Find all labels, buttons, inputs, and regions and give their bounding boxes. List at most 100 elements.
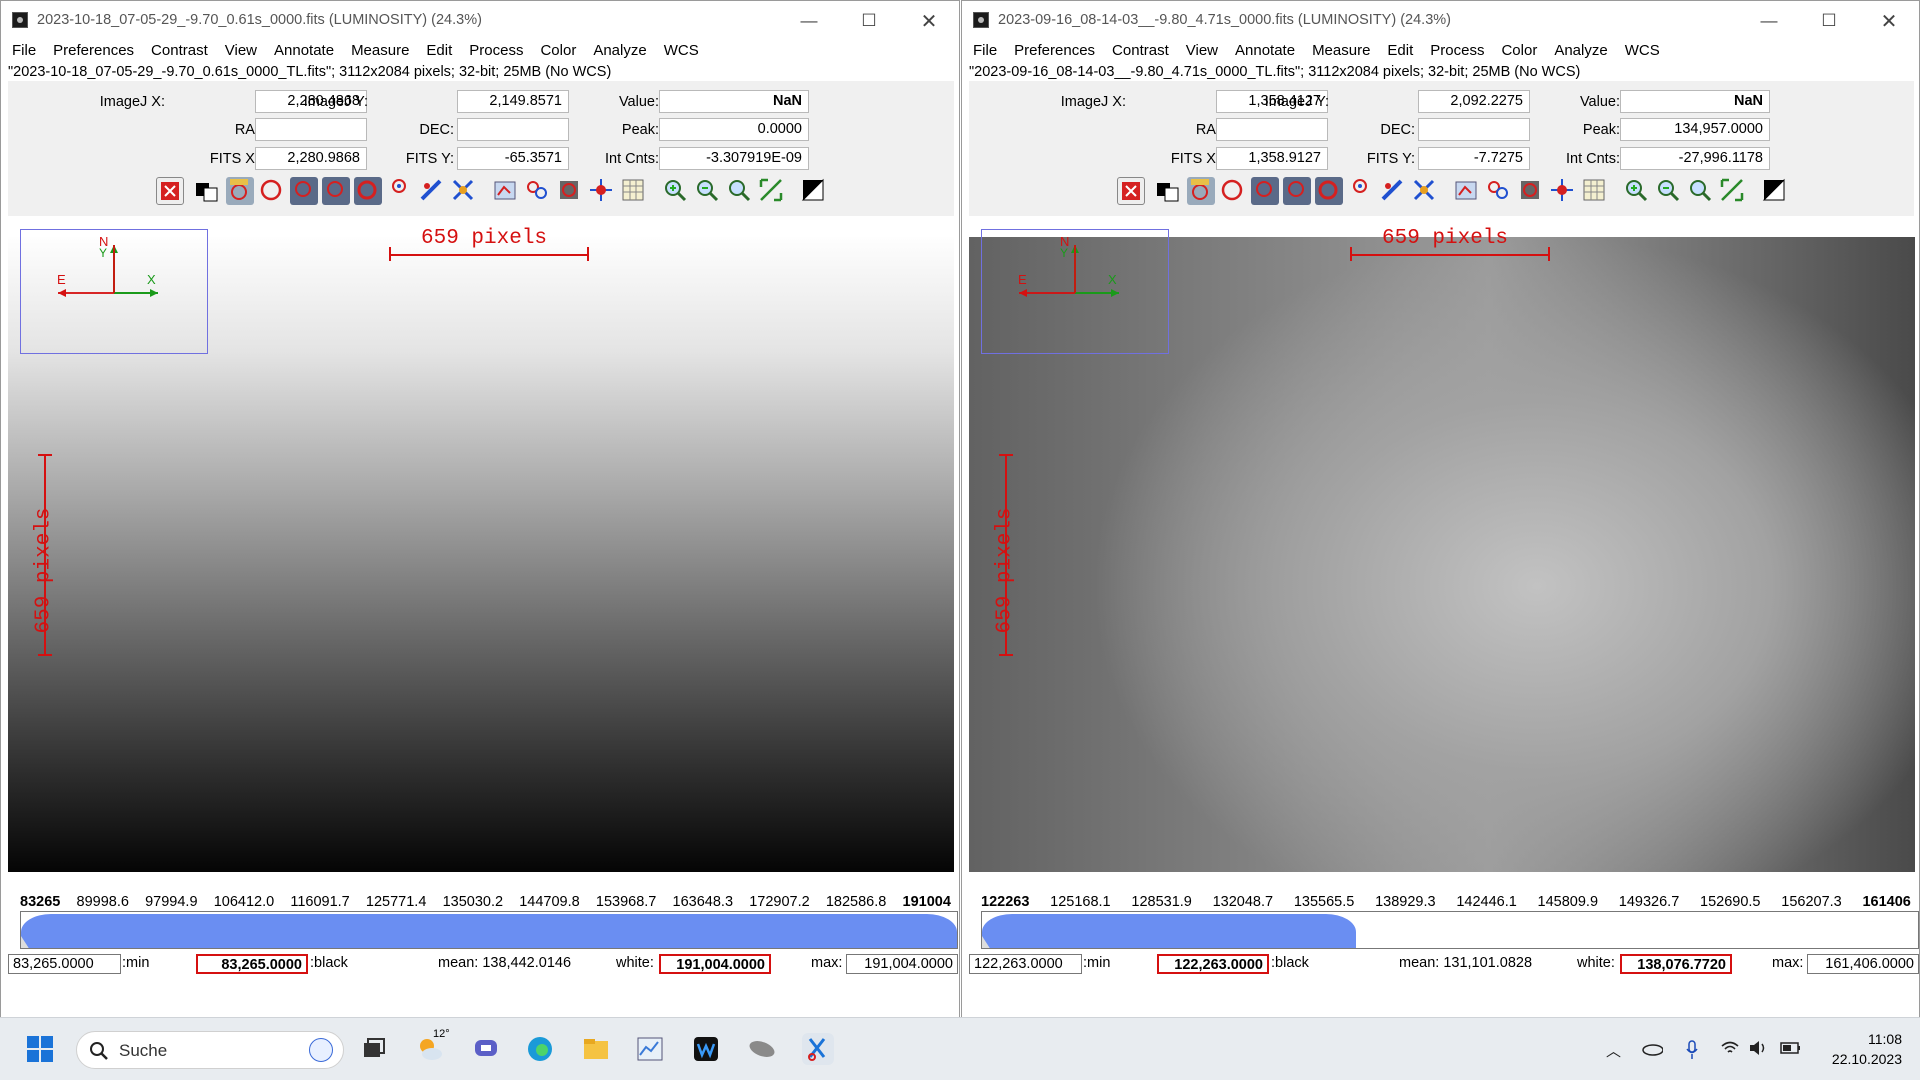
zoom-in-icon[interactable] — [1623, 177, 1651, 205]
min-field[interactable]: 122,263.0000 — [969, 954, 1082, 974]
menu-file[interactable]: File — [12, 42, 36, 62]
minimize-button[interactable]: — — [1741, 7, 1797, 35]
menu-edit[interactable]: Edit — [1387, 42, 1413, 62]
compass-overview-box[interactable]: N Y E X — [981, 229, 1169, 354]
black-field[interactable]: 122,263.0000 — [1157, 954, 1269, 974]
chart-app-icon[interactable] — [634, 1033, 666, 1065]
set-aperture-icon[interactable] — [386, 177, 414, 205]
wifi-icon[interactable] — [1720, 1040, 1740, 1060]
fits-x-field[interactable]: 1,358.9127 — [1216, 147, 1328, 170]
crosshair-icon[interactable] — [588, 177, 616, 205]
multi-aperture-icon[interactable] — [524, 177, 552, 205]
table-icon[interactable] — [620, 177, 648, 205]
black-level-slider[interactable] — [21, 936, 30, 948]
menu-contrast[interactable]: Contrast — [1112, 42, 1169, 62]
histogram[interactable] — [981, 911, 1919, 949]
zoom-fit-icon[interactable] — [1687, 177, 1715, 205]
value-field[interactable]: NaN — [1620, 90, 1770, 113]
table-icon[interactable] — [1581, 177, 1609, 205]
snipping-tool-icon[interactable] — [802, 1033, 834, 1065]
min-field[interactable]: 83,265.0000 — [8, 954, 121, 974]
zoom-in-icon[interactable] — [662, 177, 690, 205]
aperture-icon[interactable] — [1219, 177, 1247, 205]
max-field[interactable]: 161,406.0000 — [1807, 954, 1919, 974]
close-button[interactable]: ✕ — [1861, 7, 1917, 35]
radius-icon[interactable] — [1283, 177, 1311, 205]
menu-color[interactable]: Color — [540, 42, 576, 62]
contrast-icon[interactable] — [800, 177, 828, 205]
ra-field[interactable] — [1216, 118, 1328, 141]
menu-measure[interactable]: Measure — [351, 42, 409, 62]
maximize-button[interactable]: ☐ — [841, 7, 897, 35]
aperture-named-icon[interactable] — [226, 177, 254, 205]
peak-field[interactable]: 134,957.0000 — [1620, 118, 1770, 141]
title-bar[interactable]: 2023-10-18_07-05-29_-9.70_0.61s_0000.fit… — [1, 1, 959, 41]
int-cnts-field[interactable]: -27,996.1178 — [1620, 147, 1770, 170]
close-button[interactable]: ✕ — [901, 7, 957, 35]
volume-icon[interactable] — [1748, 1040, 1768, 1060]
histogram[interactable] — [20, 911, 958, 949]
imagej-y-field[interactable]: 2,149.8571 — [457, 90, 569, 113]
clear-annotations-icon[interactable] — [450, 177, 478, 205]
black-level-slider[interactable] — [982, 936, 991, 948]
crosshair-icon[interactable] — [1549, 177, 1577, 205]
menu-analyze[interactable]: Analyze — [1554, 42, 1607, 62]
white-field[interactable]: 191,004.0000 — [659, 954, 771, 974]
minimize-button[interactable]: — — [781, 7, 837, 35]
multi-aperture-icon[interactable] — [1485, 177, 1513, 205]
chat-icon[interactable] — [470, 1033, 502, 1065]
menu-wcs[interactable]: WCS — [1625, 42, 1660, 62]
menu-view[interactable]: View — [225, 42, 257, 62]
edge-icon[interactable] — [524, 1033, 556, 1065]
clear-apertures-icon[interactable] — [556, 177, 584, 205]
system-clock[interactable]: 11:08 22.10.2023 — [1832, 1029, 1902, 1069]
invert-icon[interactable] — [1155, 177, 1183, 205]
maximize-button[interactable]: ☐ — [1801, 7, 1857, 35]
zoom-full-icon[interactable] — [1719, 177, 1747, 205]
battery-icon[interactable] — [1780, 1040, 1802, 1060]
menu-process[interactable]: Process — [1430, 42, 1484, 62]
tray-overflow-chevron-icon[interactable]: ︿ — [1606, 1040, 1621, 1061]
compass-overview-box[interactable]: N Y E X — [20, 229, 208, 354]
bing-icon[interactable] — [309, 1038, 333, 1062]
clear-apertures-icon[interactable] — [1517, 177, 1545, 205]
peak-field[interactable]: 0.0000 — [659, 118, 809, 141]
menu-color[interactable]: Color — [1501, 42, 1537, 62]
int-cnts-field[interactable]: -3.307919E-09 — [659, 147, 809, 170]
fits-x-field[interactable]: 2,280.9868 — [255, 147, 367, 170]
menu-contrast[interactable]: Contrast — [151, 42, 208, 62]
close-image-icon[interactable] — [1117, 177, 1145, 205]
black-field[interactable]: 83,265.0000 — [196, 954, 308, 974]
aperture-named-icon[interactable] — [1187, 177, 1215, 205]
app-w-icon[interactable] — [690, 1033, 722, 1065]
menu-wcs[interactable]: WCS — [664, 42, 699, 62]
value-field[interactable]: NaN — [659, 90, 809, 113]
contrast-icon[interactable] — [1761, 177, 1789, 205]
zoom-out-icon[interactable] — [694, 177, 722, 205]
close-image-icon[interactable] — [156, 177, 184, 205]
zoom-out-icon[interactable] — [1655, 177, 1683, 205]
max-field[interactable]: 191,004.0000 — [846, 954, 958, 974]
fits-y-field[interactable]: -65.3571 — [457, 147, 569, 170]
set-aperture-icon[interactable] — [1347, 177, 1375, 205]
centroid-c2-icon[interactable] — [290, 177, 318, 205]
microphone-icon[interactable] — [1685, 1040, 1699, 1064]
task-view-icon[interactable] — [358, 1033, 390, 1065]
menu-annotate[interactable]: Annotate — [274, 42, 334, 62]
aperture-icon[interactable] — [258, 177, 286, 205]
onedrive-icon[interactable] — [1641, 1040, 1664, 1060]
menu-analyze[interactable]: Analyze — [593, 42, 646, 62]
zoom-full-icon[interactable] — [758, 177, 786, 205]
show-in-editor-icon[interactable] — [1453, 177, 1481, 205]
zoom-fit-icon[interactable] — [726, 177, 754, 205]
invert-icon[interactable] — [194, 177, 222, 205]
menu-edit[interactable]: Edit — [426, 42, 452, 62]
sky-annulus-icon[interactable] — [354, 177, 382, 205]
ra-field[interactable] — [255, 118, 367, 141]
white-field[interactable]: 138,076.7720 — [1620, 954, 1732, 974]
title-bar[interactable]: 2023-09-16_08-14-03__-9.80_4.71s_0000.fi… — [962, 1, 1919, 41]
menu-preferences[interactable]: Preferences — [1014, 42, 1095, 62]
telescope-app-icon[interactable] — [746, 1033, 778, 1065]
menu-annotate[interactable]: Annotate — [1235, 42, 1295, 62]
show-in-editor-icon[interactable] — [492, 177, 520, 205]
